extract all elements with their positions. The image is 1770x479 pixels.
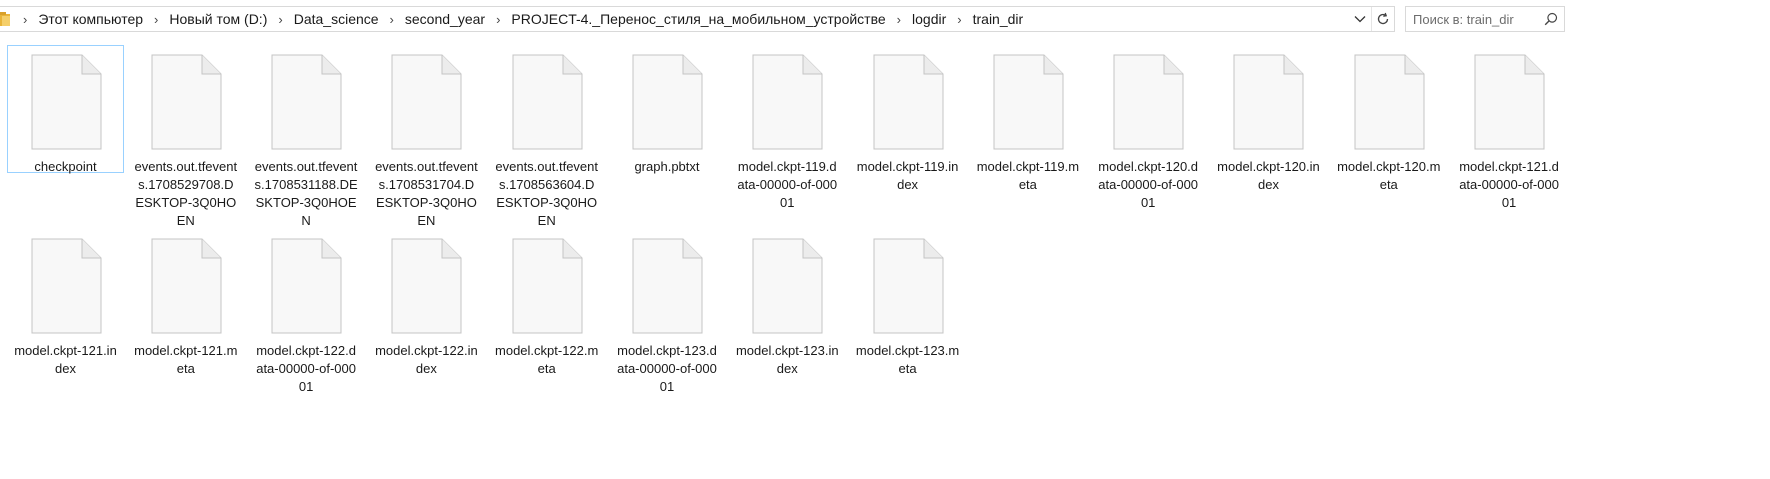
file-row: checkpoint events.out.tfevents.170852970…	[7, 45, 1770, 229]
generic-file-icon	[751, 238, 823, 334]
file-item[interactable]: model.ckpt-123.meta	[849, 229, 966, 376]
breadcrumb-item[interactable]: Data_science	[294, 11, 379, 27]
file-name: model.ckpt-119.meta	[976, 159, 1080, 192]
file-item[interactable]: checkpoint	[7, 45, 124, 174]
search-icon[interactable]	[1543, 11, 1559, 27]
generic-file-icon	[390, 54, 462, 150]
generic-file-icon	[511, 54, 583, 150]
chevron-down-icon	[1354, 16, 1366, 23]
generic-file-icon	[1232, 54, 1304, 150]
folder-icon	[0, 12, 12, 26]
file-item[interactable]: model.ckpt-122.index	[368, 229, 485, 376]
file-name: model.ckpt-123.data-00000-of-00001	[617, 343, 717, 394]
file-name: model.ckpt-123.meta	[855, 343, 960, 376]
file-name: graph.pbtxt	[634, 159, 700, 174]
generic-file-icon	[30, 54, 102, 150]
generic-file-icon	[992, 54, 1064, 150]
file-item[interactable]: model.ckpt-119.data-00000-of-00001	[729, 45, 846, 210]
file-name: events.out.tfevents.1708563604.DESKTOP-3…	[495, 159, 598, 228]
chevron-right-icon[interactable]: ›	[886, 12, 912, 27]
file-item[interactable]: events.out.tfevents.1708529708.DESKTOP-3…	[127, 45, 244, 228]
breadcrumb-item[interactable]: Этот компьютер	[38, 11, 143, 27]
file-name: model.ckpt-119.data-00000-of-00001	[737, 159, 838, 210]
file-name: events.out.tfevents.1708529708.DESKTOP-3…	[134, 159, 238, 228]
generic-file-icon	[1112, 54, 1184, 150]
file-item[interactable]: model.ckpt-122.data-00000-of-00001	[248, 229, 365, 394]
file-item[interactable]: events.out.tfevents.1708531188.DESKTOP-3…	[248, 45, 365, 228]
file-name: events.out.tfevents.1708531188.DESKTOP-3…	[254, 159, 358, 228]
generic-file-icon	[751, 54, 823, 150]
file-name: model.ckpt-119.index	[856, 159, 959, 192]
file-name: model.ckpt-120.index	[1217, 159, 1320, 192]
generic-file-icon	[390, 238, 462, 334]
file-name: model.ckpt-120.data-00000-of-00001	[1098, 159, 1199, 210]
file-item[interactable]: graph.pbtxt	[608, 45, 725, 174]
breadcrumb-item[interactable]: PROJECT-4._Перенос_стиля_на_мобильном_ус…	[511, 11, 885, 27]
chevron-right-icon[interactable]: ›	[143, 12, 169, 27]
file-name: model.ckpt-121.meta	[134, 343, 238, 376]
file-name: model.ckpt-121.data-00000-of-00001	[1459, 159, 1559, 210]
file-item[interactable]: model.ckpt-122.meta	[488, 229, 605, 376]
breadcrumb: › Этот компьютер › Новый том (D:) › Data…	[12, 7, 1349, 31]
file-item[interactable]: events.out.tfevents.1708563604.DESKTOP-3…	[488, 45, 605, 228]
generic-file-icon	[631, 238, 703, 334]
breadcrumb-item-current[interactable]: train_dir	[973, 11, 1024, 27]
address-history-dropdown[interactable]	[1349, 7, 1371, 31]
file-grid: checkpoint events.out.tfevents.170852970…	[7, 45, 1770, 413]
chevron-right-icon[interactable]: ›	[946, 12, 972, 27]
file-item[interactable]: model.ckpt-119.index	[849, 45, 966, 192]
file-name: model.ckpt-120.meta	[1337, 159, 1441, 192]
chevron-right-icon[interactable]: ›	[267, 12, 293, 27]
generic-file-icon	[150, 54, 222, 150]
chevron-right-icon[interactable]: ›	[379, 12, 405, 27]
file-item[interactable]: model.ckpt-120.data-00000-of-00001	[1090, 45, 1207, 210]
file-name: events.out.tfevents.1708531704.DESKTOP-3…	[375, 159, 478, 228]
breadcrumb-item[interactable]: second_year	[405, 11, 485, 27]
generic-file-icon	[270, 54, 342, 150]
generic-file-icon	[270, 238, 342, 334]
search-input[interactable]	[1413, 8, 1543, 30]
file-item[interactable]: model.ckpt-121.meta	[127, 229, 244, 376]
breadcrumb-item[interactable]: logdir	[912, 11, 946, 27]
chevron-right-icon[interactable]: ›	[12, 12, 38, 27]
generic-file-icon	[872, 54, 944, 150]
breadcrumb-item[interactable]: Новый том (D:)	[169, 11, 267, 27]
file-name: model.ckpt-121.index	[14, 343, 117, 376]
file-item[interactable]: events.out.tfevents.1708531704.DESKTOP-3…	[368, 45, 485, 228]
generic-file-icon	[631, 54, 703, 150]
chevron-right-icon[interactable]: ›	[485, 12, 511, 27]
file-name: model.ckpt-122.meta	[495, 343, 599, 376]
generic-file-icon	[1473, 54, 1545, 150]
file-row: model.ckpt-121.index model.ckpt-121.meta…	[7, 229, 1770, 413]
generic-file-icon	[150, 238, 222, 334]
file-name: model.ckpt-122.data-00000-of-00001	[256, 343, 356, 394]
file-item[interactable]: model.ckpt-121.data-00000-of-00001	[1451, 45, 1568, 210]
refresh-button[interactable]	[1371, 7, 1394, 31]
generic-file-icon	[511, 238, 583, 334]
file-item[interactable]: model.ckpt-120.meta	[1330, 45, 1447, 192]
file-name: model.ckpt-123.index	[735, 343, 839, 376]
file-item[interactable]: model.ckpt-123.index	[729, 229, 846, 376]
generic-file-icon	[1353, 54, 1425, 150]
file-item[interactable]: model.ckpt-121.index	[7, 229, 124, 376]
refresh-icon	[1377, 12, 1389, 25]
file-item[interactable]: model.ckpt-123.data-00000-of-00001	[608, 229, 725, 394]
generic-file-icon	[30, 238, 102, 334]
file-item[interactable]: model.ckpt-120.index	[1210, 45, 1327, 192]
address-bar[interactable]: › Этот компьютер › Новый том (D:) › Data…	[0, 6, 1395, 32]
search-box[interactable]	[1405, 6, 1565, 32]
file-name: checkpoint	[34, 159, 97, 174]
file-name: model.ckpt-122.index	[375, 343, 478, 376]
generic-file-icon	[872, 238, 944, 334]
file-item[interactable]: model.ckpt-119.meta	[969, 45, 1086, 192]
